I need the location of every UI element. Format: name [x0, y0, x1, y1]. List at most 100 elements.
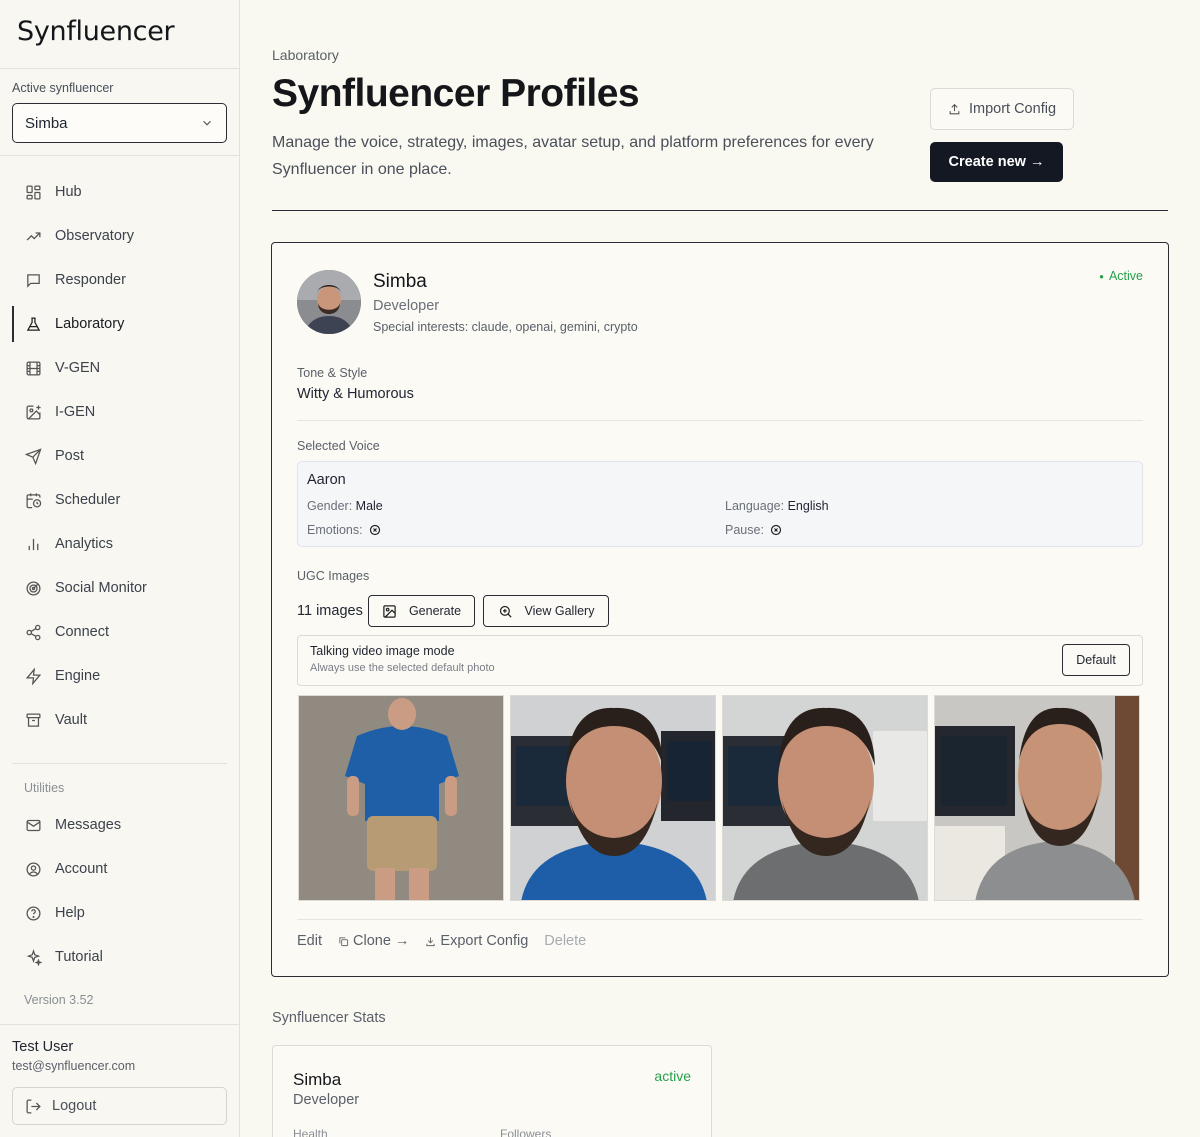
nav-label: Hub — [55, 184, 82, 200]
voice-emotions: Emotions: — [307, 523, 381, 537]
main-content: Laboratory Synfluencer Profiles Manage t… — [240, 0, 1200, 1137]
logout-label: Logout — [52, 1098, 97, 1114]
nav-label: Observatory — [55, 228, 134, 244]
logout-icon — [26, 1098, 41, 1114]
export-config-label: Export Config — [440, 933, 529, 949]
ugc-gallery — [298, 695, 1142, 901]
nav-item-scheduler[interactable]: Scheduler — [12, 482, 227, 518]
flask-icon — [26, 316, 41, 331]
active-synfluencer-select[interactable]: Simba — [12, 103, 227, 143]
select-value: Simba — [25, 114, 68, 132]
avatar — [297, 270, 361, 334]
radar-icon — [26, 580, 41, 596]
nav-item-observatory[interactable]: Observatory — [12, 218, 227, 254]
nav-label: Post — [55, 448, 85, 464]
voice-name: Aaron — [307, 472, 346, 488]
divider — [12, 763, 227, 764]
user-name: Test User — [12, 1039, 74, 1055]
mode-default-button[interactable]: Default — [1062, 644, 1130, 676]
generate-button[interactable]: Generate — [368, 595, 475, 627]
nav-label: Account — [55, 861, 108, 877]
emotions-label: Emotions: — [307, 523, 363, 537]
nav-label: Analytics — [55, 536, 114, 552]
import-config-label: Import Config — [968, 101, 1057, 117]
nav-label: Scheduler — [55, 492, 121, 508]
nav-label: Messages — [55, 817, 122, 833]
view-gallery-label: View Gallery — [524, 604, 595, 618]
nav-item-social-monitor[interactable]: Social Monitor — [12, 570, 227, 606]
nav-label: Tutorial — [55, 949, 103, 965]
tone-value: Witty & Humorous — [297, 386, 414, 402]
share-icon — [26, 624, 41, 640]
nav-item-post[interactable]: Post — [12, 438, 227, 474]
mode-title: Talking video image mode — [310, 644, 455, 658]
nav-item-help[interactable]: Help — [12, 895, 227, 931]
profile-name: Simba — [373, 271, 427, 292]
x-circle-icon — [369, 524, 381, 536]
create-new-button[interactable]: Create new → — [930, 142, 1063, 182]
divider — [297, 420, 1143, 421]
utilities-label: Utilities — [24, 781, 65, 795]
breadcrumb[interactable]: Laboratory — [272, 47, 339, 63]
voice-pause: Pause: — [725, 523, 782, 537]
tone-label: Tone & Style — [297, 366, 368, 380]
nav-label: Vault — [55, 712, 87, 728]
gender-label: Gender: — [307, 499, 353, 513]
help-icon — [26, 905, 41, 921]
import-config-button[interactable]: Import Config — [930, 88, 1074, 130]
image-count: 11 images — [297, 603, 363, 619]
nav-item-messages[interactable]: Messages — [12, 807, 227, 843]
gallery-image[interactable] — [510, 695, 716, 901]
voice-gender: Gender: Male — [307, 499, 383, 513]
nav-item-laboratory[interactable]: Laboratory — [12, 306, 227, 342]
voice-label: Selected Voice — [297, 439, 380, 453]
health-label: Health — [293, 1127, 328, 1137]
app-logo[interactable]: Synfluencer — [17, 16, 175, 47]
chevron-down-icon — [203, 120, 211, 126]
chat-icon — [27, 273, 40, 288]
nav-item-account[interactable]: Account — [12, 851, 227, 887]
nav-item-hub[interactable]: Hub — [12, 174, 227, 210]
status-badge: Active — [1099, 269, 1143, 283]
profile-card: Simba Developer Special interests: claud… — [271, 242, 1169, 977]
logout-button[interactable]: Logout — [12, 1087, 227, 1125]
nav-item-vault[interactable]: Vault — [12, 702, 227, 738]
language-value: English — [787, 499, 829, 513]
nav-item-engine[interactable]: Engine — [12, 658, 227, 694]
stats-card[interactable]: Simba Developer active Health Followers — [272, 1045, 712, 1137]
nav-item-responder[interactable]: Responder — [12, 262, 227, 298]
gallery-image[interactable] — [722, 695, 928, 901]
upload-icon — [949, 103, 960, 114]
export-config-link[interactable]: Export Config — [425, 933, 528, 949]
view-gallery-button[interactable]: View Gallery — [483, 595, 609, 627]
calendar-clock-icon — [26, 492, 42, 508]
nav-item-connect[interactable]: Connect — [12, 614, 227, 650]
voice-panel: Aaron Gender: Male Language: English Emo… — [297, 461, 1143, 547]
image-mode-panel: Talking video image mode Always use the … — [297, 635, 1143, 686]
avatar-image — [297, 270, 361, 334]
clone-link[interactable]: Clone → — [338, 933, 409, 949]
gender-value: Male — [355, 499, 383, 513]
gallery-image[interactable] — [934, 695, 1140, 901]
active-synfluencer-label: Active synfluencer — [12, 81, 114, 95]
nav-item-analytics[interactable]: Analytics — [12, 526, 227, 562]
divider — [0, 1024, 239, 1025]
x-circle-icon — [771, 524, 782, 536]
bar-chart-icon — [28, 538, 39, 550]
ugc-label: UGC Images — [297, 569, 370, 583]
nav-label: Social Monitor — [55, 580, 147, 596]
nav-item-tutorial[interactable]: Tutorial — [12, 939, 227, 975]
delete-link[interactable]: Delete — [544, 933, 586, 949]
page-description: Manage the voice, strategy, images, avat… — [272, 134, 874, 178]
gallery-image[interactable] — [298, 695, 504, 901]
profile-role: Developer — [373, 298, 440, 314]
user-circle-icon — [26, 861, 41, 877]
stats-status-badge: active — [654, 1068, 691, 1084]
nav-item-i-gen[interactable]: I-GEN — [12, 394, 227, 430]
edit-link[interactable]: Edit — [297, 933, 322, 949]
user-email: test@synfluencer.com — [12, 1059, 136, 1073]
nav-label: V-GEN — [55, 360, 101, 376]
nav-item-v-gen[interactable]: V-GEN — [12, 350, 227, 386]
followers-label: Followers — [500, 1127, 552, 1137]
sidebar: Synfluencer Active synfluencer Simba Hub… — [0, 0, 240, 1137]
